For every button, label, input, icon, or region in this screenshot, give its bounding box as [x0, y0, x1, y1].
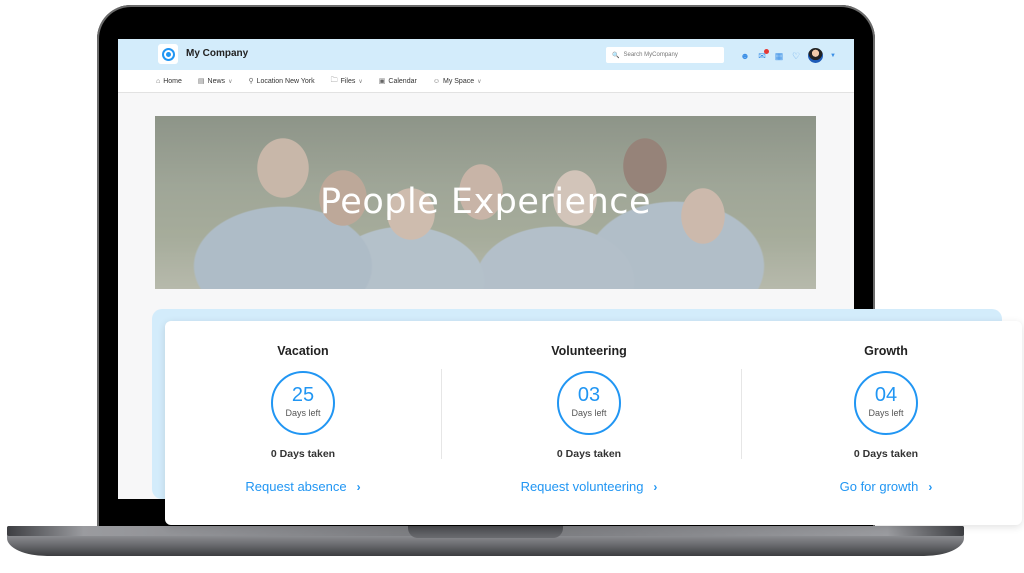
person-icon: ☺	[432, 77, 440, 85]
nav-label: Home	[163, 77, 182, 85]
top-header: My Company 🔍 Search MyCompany ☻ ✉ ▦ ♡ ▼	[118, 39, 854, 70]
notification-dot	[764, 48, 769, 54]
apps-grid-icon[interactable]: ▦	[774, 51, 784, 61]
action-label: Go for growth	[839, 479, 919, 494]
search-placeholder: Search MyCompany	[623, 52, 678, 58]
brand-name: My Company	[186, 48, 249, 59]
days-left-ring: 04 Days left	[854, 371, 918, 435]
location-icon: ⚲	[248, 78, 254, 85]
nav-item-my-space[interactable]: ☺ My Space ∨	[433, 78, 482, 85]
chevron-right-icon: ›	[928, 479, 933, 494]
divider	[441, 369, 442, 459]
go-for-growth-link[interactable]: Go for growth ›	[748, 479, 1024, 494]
banner-title: People Experience	[319, 182, 652, 222]
vacation-column: Vacation 25 Days left 0 Days taken Reque…	[165, 321, 441, 525]
days-left-ring: 25 Days left	[271, 371, 335, 435]
days-left-label: Days left	[285, 408, 321, 418]
volunteering-column: Volunteering 03 Days left 0 Days taken R…	[451, 321, 727, 525]
nav-item-files[interactable]: 🗀 Files ∨	[331, 76, 363, 87]
chevron-down-icon: ∨	[358, 78, 363, 85]
days-left-value: 25	[291, 384, 315, 406]
days-left-label: Days left	[571, 408, 607, 418]
home-icon: ⌂	[156, 77, 161, 85]
avatar[interactable]	[808, 48, 823, 63]
action-label: Request volunteering	[520, 479, 644, 494]
balance-card: Vacation 25 Days left 0 Days taken Reque…	[165, 321, 1022, 525]
days-taken: 0 Days taken	[556, 448, 622, 460]
nav-label: News	[207, 77, 226, 85]
company-logo[interactable]	[158, 44, 178, 64]
days-taken: 0 Days taken	[853, 448, 919, 460]
nav-label: Location New York	[256, 77, 315, 85]
days-left-value: 04	[874, 384, 898, 406]
header-icons: ☻ ✉ ▦ ♡ ▼	[740, 48, 836, 63]
nav-label: Files	[340, 77, 356, 85]
nav-item-calendar[interactable]: ▣ Calendar	[378, 77, 417, 86]
request-absence-link[interactable]: Request absence ›	[165, 479, 441, 494]
column-title: Volunteering	[551, 344, 627, 358]
nav-label: My Space	[442, 77, 475, 85]
logo-ring-icon	[161, 47, 175, 61]
chat-icon[interactable]: ✉	[757, 48, 769, 61]
nav-label: Calendar	[388, 77, 417, 85]
hero-banner: People Experience	[155, 116, 816, 289]
chevron-right-icon: ›	[356, 479, 361, 494]
news-icon: ▤	[197, 78, 205, 85]
chevron-down-icon[interactable]: ▼	[830, 53, 836, 59]
chevron-right-icon: ›	[653, 479, 658, 494]
days-left-label: Days left	[868, 408, 904, 418]
laptop-notch	[408, 526, 563, 538]
request-volunteering-link[interactable]: Request volunteering ›	[451, 479, 727, 494]
growth-column: Growth 04 Days left 0 Days taken Go for …	[748, 321, 1024, 525]
bell-icon[interactable]: ♡	[791, 51, 801, 61]
nav-item-news[interactable]: ▤ News ∨	[197, 77, 233, 86]
search-icon: 🔍	[612, 52, 620, 59]
search-input[interactable]: 🔍 Search MyCompany	[606, 47, 724, 63]
main-nav: ⌂ Home ▤ News ∨ ⚲ Location New York 🗀 Fi…	[118, 70, 854, 93]
calendar-icon: ▣	[378, 78, 386, 85]
days-left-value: 03	[577, 384, 601, 406]
folder-icon: 🗀	[330, 76, 338, 84]
chevron-down-icon: ∨	[477, 78, 482, 85]
nav-item-home[interactable]: ⌂ Home	[156, 78, 182, 85]
community-icon[interactable]: ☻	[740, 51, 750, 61]
action-label: Request absence	[245, 479, 347, 494]
days-left-ring: 03 Days left	[557, 371, 621, 435]
divider	[741, 369, 742, 459]
column-title: Vacation	[277, 344, 329, 358]
column-title: Growth	[864, 344, 908, 358]
nav-item-location[interactable]: ⚲ Location New York	[248, 77, 315, 86]
stage: My Company 🔍 Search MyCompany ☻ ✉ ▦ ♡ ▼ …	[0, 0, 1024, 573]
days-taken: 0 Days taken	[270, 448, 336, 460]
chevron-down-icon: ∨	[228, 78, 233, 85]
